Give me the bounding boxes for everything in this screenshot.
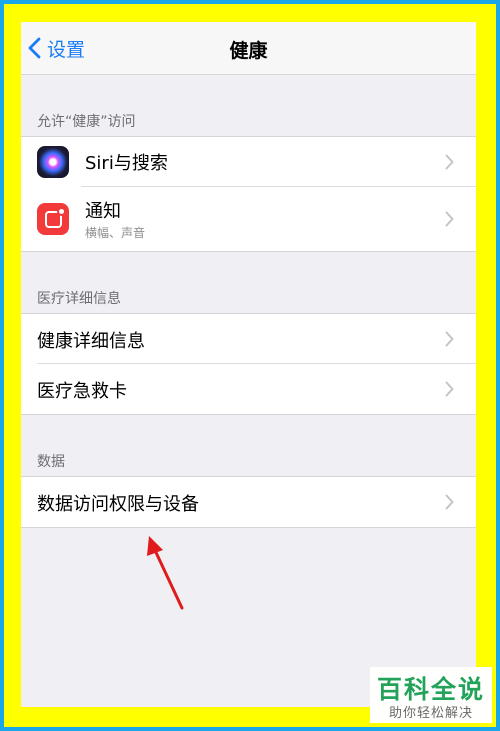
notification-icon <box>37 203 69 235</box>
page-title: 健康 <box>229 40 268 62</box>
notifications-subtitle: 横幅、声音 <box>85 226 146 240</box>
medical-id-row[interactable]: 医疗急救卡 <box>21 364 476 414</box>
navigation-bar: 设置 健康 <box>21 22 476 75</box>
section-header-access: 允许“健康”访问 <box>37 114 136 130</box>
watermark-subtitle: 助你轻松解决 <box>388 706 473 721</box>
access-group: Siri与搜索 通知 横幅、声音 <box>21 136 476 252</box>
notifications-label: 通知 <box>85 201 121 222</box>
medical-id-label: 医疗急救卡 <box>37 381 127 402</box>
siri-search-label: Siri与搜索 <box>85 153 168 174</box>
data-group: 数据访问权限与设备 <box>21 476 476 528</box>
chevron-right-icon <box>445 494 454 510</box>
medical-group: 健康详细信息 医疗急救卡 <box>21 313 476 415</box>
chevron-right-icon <box>445 331 454 347</box>
siri-icon <box>37 146 69 178</box>
watermark-logo: 百科全说 助你轻松解决 <box>370 667 492 723</box>
health-details-label: 健康详细信息 <box>37 331 145 352</box>
data-access-devices-row[interactable]: 数据访问权限与设备 <box>21 477 476 527</box>
section-header-medical: 医疗详细信息 <box>37 291 121 307</box>
data-access-devices-label: 数据访问权限与设备 <box>37 494 199 515</box>
notifications-row[interactable]: 通知 横幅、声音 <box>21 187 476 251</box>
phone-screen: 设置 健康 允许“健康”访问 Siri与搜索 通知 横幅、声音 医疗详细信息 健… <box>21 22 476 707</box>
siri-search-row[interactable]: Siri与搜索 <box>21 137 476 187</box>
watermark-title: 百科全说 <box>376 675 485 704</box>
annotation-arrow-icon <box>147 536 184 610</box>
chevron-right-icon <box>445 154 454 170</box>
section-header-data: 数据 <box>37 454 65 470</box>
chevron-right-icon <box>445 381 454 397</box>
health-details-row[interactable]: 健康详细信息 <box>21 314 476 364</box>
chevron-right-icon <box>445 211 454 227</box>
